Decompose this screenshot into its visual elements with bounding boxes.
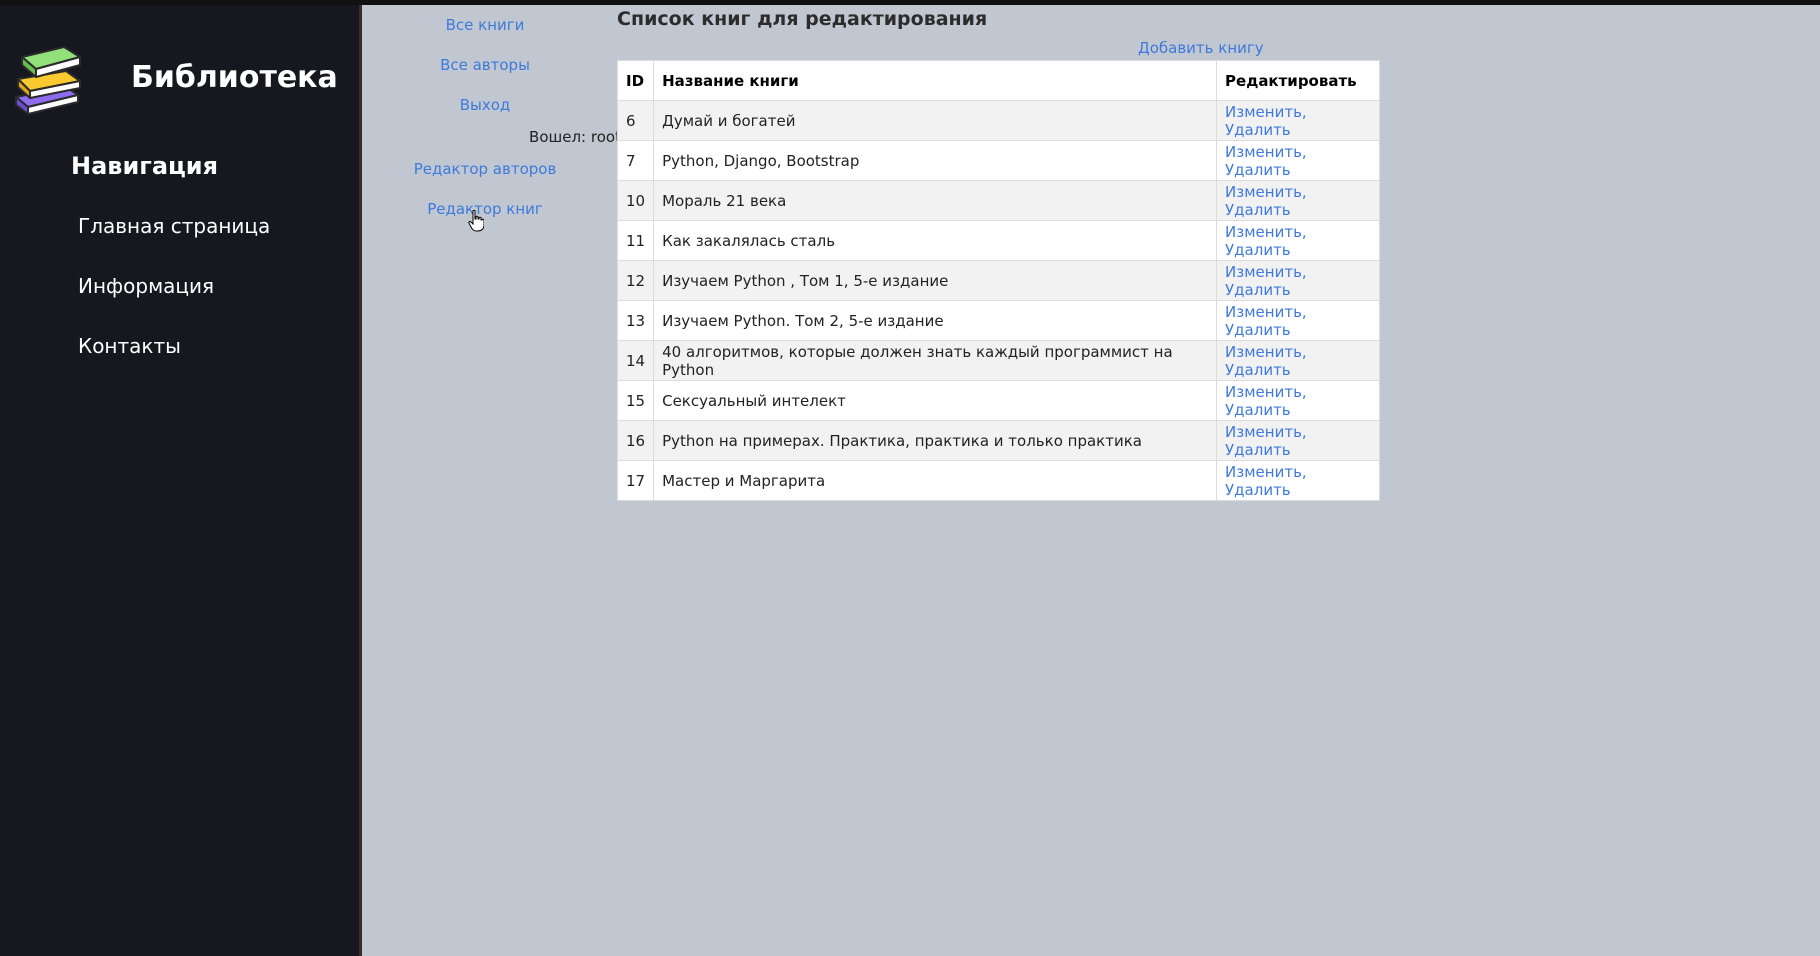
cell-title: Изучаем Python. Том 2, 5-е издание xyxy=(653,300,1218,341)
cell-actions: Изменить, Удалить xyxy=(1216,140,1380,181)
cell-actions: Изменить, Удалить xyxy=(1216,340,1380,381)
cell-id: 17 xyxy=(616,460,655,501)
delete-link[interactable]: Удалить xyxy=(1225,161,1291,179)
sidebar: Библиотека Навигация Главная страница Ин… xyxy=(0,5,362,956)
separator: , xyxy=(1301,302,1307,321)
header-id: ID xyxy=(616,60,655,101)
edit-link[interactable]: Изменить xyxy=(1225,423,1302,441)
separator: , xyxy=(1301,182,1307,201)
edit-link[interactable]: Изменить xyxy=(1225,223,1302,241)
cell-title: Python, Django, Bootstrap xyxy=(653,140,1218,181)
cell-title: Мораль 21 века xyxy=(653,180,1218,221)
cell-title: Python на примерах. Практика, практика и… xyxy=(653,420,1218,461)
cell-title: Изучаем Python , Том 1, 5-е издание xyxy=(653,260,1218,301)
books-table: ID Название книги Редактировать 6 Думай … xyxy=(616,60,1380,501)
separator: , xyxy=(1301,262,1307,281)
header-title: Название книги xyxy=(653,60,1218,101)
delete-link[interactable]: Удалить xyxy=(1225,441,1291,459)
cell-title: Мастер и Маргарита xyxy=(653,460,1218,501)
link-logout[interactable]: Выход xyxy=(395,95,575,115)
cell-title: Как закалялась сталь xyxy=(653,220,1218,261)
cell-actions: Изменить, Удалить xyxy=(1216,220,1380,261)
table-row: 11 Как закалялась сталь Изменить, Удалит… xyxy=(616,220,1380,261)
table-row: 13 Изучаем Python. Том 2, 5-е издание Из… xyxy=(616,300,1380,341)
cell-id: 16 xyxy=(616,420,655,461)
edit-link[interactable]: Изменить xyxy=(1225,103,1302,121)
table-row: 10 Мораль 21 века Изменить, Удалить xyxy=(616,180,1380,221)
cell-actions: Изменить, Удалить xyxy=(1216,460,1380,501)
table-row: 12 Изучаем Python , Том 1, 5-е издание И… xyxy=(616,260,1380,301)
nav-list: Главная страница Информация Контакты xyxy=(78,214,270,394)
cell-actions: Изменить, Удалить xyxy=(1216,300,1380,341)
add-book-link[interactable]: Добавить книгу xyxy=(1138,39,1264,57)
nav-item-info[interactable]: Информация xyxy=(78,274,270,334)
nav-title: Навигация xyxy=(71,152,219,180)
cell-id: 15 xyxy=(616,380,655,421)
separator: , xyxy=(1301,342,1307,361)
table-row: 17 Мастер и Маргарита Изменить, Удалить xyxy=(616,460,1380,501)
edit-link[interactable]: Изменить xyxy=(1225,463,1302,481)
delete-link[interactable]: Удалить xyxy=(1225,481,1291,499)
cell-title: 40 алгоритмов, которые должен знать кажд… xyxy=(653,340,1218,381)
delete-link[interactable]: Удалить xyxy=(1225,281,1291,299)
table-row: 7 Python, Django, Bootstrap Изменить, Уд… xyxy=(616,140,1380,181)
cell-id: 14 xyxy=(616,340,655,381)
cell-title: Думай и богатей xyxy=(653,100,1218,141)
delete-link[interactable]: Удалить xyxy=(1225,241,1291,259)
cell-id: 6 xyxy=(616,100,655,141)
separator: , xyxy=(1301,382,1307,401)
link-authors-editor[interactable]: Редактор авторов xyxy=(395,159,575,179)
cell-id: 12 xyxy=(616,260,655,301)
cell-id: 7 xyxy=(616,140,655,181)
cell-id: 10 xyxy=(616,180,655,221)
separator: , xyxy=(1301,102,1307,121)
separator: , xyxy=(1301,222,1307,241)
delete-link[interactable]: Удалить xyxy=(1225,401,1291,419)
table-row: 6 Думай и богатей Изменить, Удалить xyxy=(616,100,1380,141)
cell-title: Сексуальный интелект xyxy=(653,380,1218,421)
cell-actions: Изменить, Удалить xyxy=(1216,260,1380,301)
edit-link[interactable]: Изменить xyxy=(1225,383,1302,401)
delete-link[interactable]: Удалить xyxy=(1225,201,1291,219)
cell-actions: Изменить, Удалить xyxy=(1216,380,1380,421)
edit-link[interactable]: Изменить xyxy=(1225,183,1302,201)
table-row: 15 Сексуальный интелект Изменить, Удалит… xyxy=(616,380,1380,421)
page-title: Список книг для редактирования xyxy=(617,8,988,30)
edit-link[interactable]: Изменить xyxy=(1225,143,1302,161)
link-all-books[interactable]: Все книги xyxy=(395,15,575,35)
edit-link[interactable]: Изменить xyxy=(1225,263,1302,281)
link-books-editor[interactable]: Редактор книг xyxy=(395,199,575,219)
table-header-row: ID Название книги Редактировать xyxy=(616,60,1380,101)
table-row: 14 40 алгоритмов, которые должен знать к… xyxy=(616,340,1380,381)
table-row: 16 Python на примерах. Практика, практик… xyxy=(616,420,1380,461)
separator: , xyxy=(1301,462,1307,481)
nav-item-contacts[interactable]: Контакты xyxy=(78,334,270,394)
link-all-authors[interactable]: Все авторы xyxy=(395,55,575,75)
cell-actions: Изменить, Удалить xyxy=(1216,100,1380,141)
nav-item-home[interactable]: Главная страница xyxy=(78,214,270,274)
delete-link[interactable]: Удалить xyxy=(1225,121,1291,139)
cell-id: 13 xyxy=(616,300,655,341)
edit-link[interactable]: Изменить xyxy=(1225,343,1302,361)
edit-link[interactable]: Изменить xyxy=(1225,303,1302,321)
separator: , xyxy=(1301,422,1307,441)
books-stack-icon xyxy=(15,46,81,115)
delete-link[interactable]: Удалить xyxy=(1225,361,1291,379)
separator: , xyxy=(1301,142,1307,161)
cell-id: 11 xyxy=(616,220,655,261)
brand-title: Библиотека xyxy=(131,60,338,95)
header-edit: Редактировать xyxy=(1216,60,1380,101)
cell-actions: Изменить, Удалить xyxy=(1216,180,1380,221)
cell-actions: Изменить, Удалить xyxy=(1216,420,1380,461)
delete-link[interactable]: Удалить xyxy=(1225,321,1291,339)
hand-pointer-icon xyxy=(468,210,484,232)
